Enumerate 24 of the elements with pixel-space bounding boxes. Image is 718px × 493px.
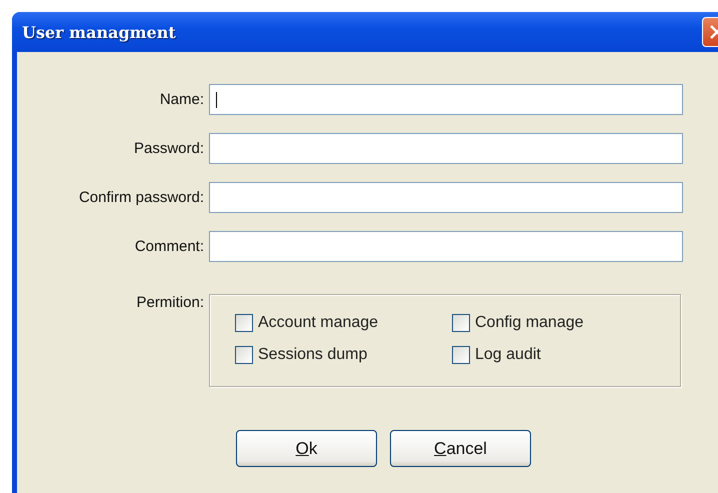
checkbox[interactable] — [452, 314, 470, 332]
input-field[interactable] — [209, 182, 683, 213]
checkbox-label: Account manage — [258, 314, 378, 332]
checkbox[interactable] — [235, 346, 253, 364]
field-label: Confirm password: — [78, 189, 204, 206]
field-label: Password: — [134, 140, 204, 157]
dialog-button[interactable]: Cancel — [390, 430, 531, 467]
input-field[interactable] — [209, 231, 683, 262]
permission-checkbox[interactable]: Sessions dump — [235, 346, 452, 364]
input-field[interactable] — [209, 84, 683, 115]
checkbox-label: Log audit — [475, 346, 541, 364]
window-title: User managment — [22, 22, 176, 42]
checkbox-label: Config manage — [475, 314, 584, 332]
field-label: Permition: — [136, 294, 204, 311]
permission-checkbox[interactable]: Log audit — [452, 346, 652, 364]
checkbox[interactable] — [235, 314, 253, 332]
checkbox[interactable] — [452, 346, 470, 364]
permission-checkbox[interactable]: Account manage — [235, 314, 452, 332]
field-label: Name: — [160, 91, 204, 108]
input-field[interactable] — [209, 133, 683, 164]
checkbox-label: Sessions dump — [258, 346, 368, 364]
field-label: Comment: — [134, 238, 204, 255]
dialog-button[interactable]: Ok — [236, 430, 377, 467]
permission-checkbox[interactable]: Config manage — [452, 314, 652, 332]
